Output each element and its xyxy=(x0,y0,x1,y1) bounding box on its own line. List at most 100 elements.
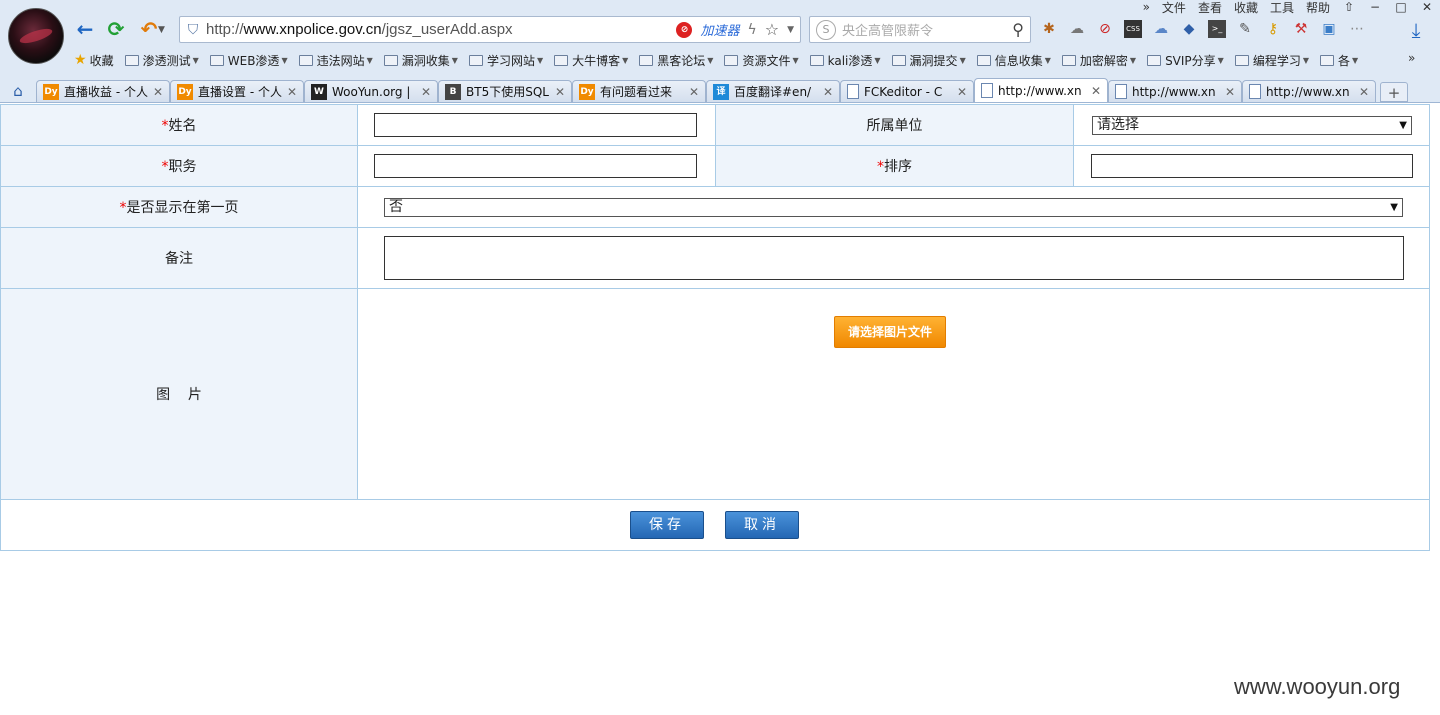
bookmark-folder[interactable]: 违法网站 ▼ xyxy=(298,52,373,69)
ghost-icon[interactable]: ☁ xyxy=(1068,20,1086,38)
choose-image-button[interactable]: 请选择图片文件 xyxy=(834,316,946,348)
css-icon[interactable]: CSS xyxy=(1124,20,1142,38)
close-icon[interactable]: ✕ xyxy=(1091,84,1101,98)
search-input[interactable]: 央企高管限薪令 xyxy=(842,20,1012,39)
show-first-select-value: 否 xyxy=(389,198,403,215)
block-icon[interactable]: ⊘ xyxy=(1096,20,1114,38)
tools-icon[interactable]: ⚒ xyxy=(1292,20,1310,38)
tab[interactable]: http://www.xn ✕ xyxy=(1242,80,1376,102)
menu-tools[interactable]: 工具 xyxy=(1264,0,1300,16)
remark-label: 备注 xyxy=(0,227,358,289)
chevron-down-icon[interactable]: ▼ xyxy=(158,25,165,35)
screenshot-icon[interactable]: ▣ xyxy=(1320,20,1338,38)
save-button[interactable]: 保存 xyxy=(630,511,704,539)
cloud-icon[interactable]: ☁ xyxy=(1152,20,1170,38)
order-input[interactable] xyxy=(1091,154,1413,178)
bookmark-folder[interactable]: 黑客论坛 ▼ xyxy=(639,52,713,69)
bookmark-folder[interactable]: SVIP分享 ▼ xyxy=(1147,52,1224,69)
bookmark-label: 违法网站 xyxy=(316,53,365,68)
close-icon[interactable]: ✕ xyxy=(957,85,967,99)
close-icon[interactable]: ✕ xyxy=(1225,85,1235,99)
pen-icon[interactable]: ✎ xyxy=(1236,20,1254,38)
bookmark-folder[interactable]: 资源文件 ▼ xyxy=(724,52,799,69)
skin-icon[interactable]: ⇧ xyxy=(1336,0,1362,14)
download-icon[interactable]: ⤓ xyxy=(1404,18,1428,42)
bookmark-folder[interactable]: 大牛博客 ▼ xyxy=(554,52,628,69)
close-icon[interactable]: ✕ xyxy=(689,85,699,99)
close-icon[interactable]: ✕ xyxy=(555,85,565,99)
bookmark-folder[interactable]: 渗透测试 ▼ xyxy=(124,52,199,69)
new-tab-button[interactable]: + xyxy=(1380,82,1408,102)
url-text[interactable]: http://www.xnpolice.gov.cn/jgsz_userAdd.… xyxy=(206,21,513,38)
bug-icon[interactable]: ✱ xyxy=(1040,20,1058,38)
tab-active[interactable]: http://www.xn ✕ xyxy=(974,78,1108,102)
tab[interactable]: http://www.xn ✕ xyxy=(1108,80,1242,102)
accelerator-label[interactable]: 加速器 xyxy=(700,20,739,39)
url-prefix: http:// xyxy=(206,21,244,38)
tab[interactable]: B BT5下使用SQL ✕ xyxy=(438,80,572,102)
search-engine-icon[interactable]: S xyxy=(816,19,836,40)
bookmark-favorites[interactable]: ★ 收藏 xyxy=(74,52,114,69)
accelerator-icon[interactable]: ⊘ xyxy=(676,21,693,38)
minimize-icon[interactable]: − xyxy=(1362,0,1388,14)
bookmark-label: kali渗透 xyxy=(827,53,873,68)
tab[interactable]: FCKeditor - C ✕ xyxy=(840,80,974,102)
terminal-icon[interactable]: >_ xyxy=(1208,20,1226,38)
home-icon[interactable]: ⌂ xyxy=(0,80,36,102)
maximize-icon[interactable]: □ xyxy=(1388,0,1414,14)
bookmark-folder[interactable]: 漏洞收集 ▼ xyxy=(383,52,458,69)
refresh-icon[interactable]: ⟳ xyxy=(105,18,127,40)
chevron-down-icon[interactable]: ▼ xyxy=(787,25,794,35)
bookmark-folder[interactable]: 编程学习 ▼ xyxy=(1234,52,1309,69)
user-avatar[interactable] xyxy=(8,8,64,64)
bookmark-folder[interactable]: 各 ▼ xyxy=(1320,52,1358,69)
menu-more[interactable]: » xyxy=(1137,0,1156,14)
bookmark-folder[interactable]: 信息收集 ▼ xyxy=(976,52,1051,69)
position-input[interactable] xyxy=(374,154,697,178)
bookmark-folder[interactable]: 漏洞提交 ▼ xyxy=(891,52,966,69)
menu-help[interactable]: 帮助 xyxy=(1300,0,1336,16)
search-box[interactable]: S 央企高管限薪令 ⚲ xyxy=(809,16,1031,43)
tab[interactable]: Dy 有问题看过来 ✕ xyxy=(572,80,706,102)
tab-favicon-icon xyxy=(847,84,859,99)
more-icon[interactable]: ⋯ xyxy=(1348,20,1366,38)
bookmark-folder[interactable]: 学习网站 ▼ xyxy=(468,52,543,69)
bookmarks-more[interactable]: » xyxy=(1408,51,1415,65)
tab[interactable]: Dy 直播收益 - 个人 ✕ xyxy=(36,80,170,102)
close-icon[interactable]: ✕ xyxy=(421,85,431,99)
cancel-button[interactable]: 取消 xyxy=(725,511,799,539)
tab[interactable]: W WooYun.org | ✕ xyxy=(304,80,438,102)
unit-select[interactable]: 请选择 ▼ xyxy=(1092,115,1412,135)
close-icon[interactable]: ✕ xyxy=(153,85,163,99)
bookmark-folder[interactable]: 加密解密 ▼ xyxy=(1061,52,1136,69)
bookmark-folder[interactable]: kali渗透 ▼ xyxy=(809,52,881,69)
folder-icon xyxy=(1320,54,1334,66)
lightning-icon[interactable]: ϟ xyxy=(747,22,756,38)
bookmark-folder[interactable]: WEB渗透 ▼ xyxy=(209,52,288,69)
close-icon[interactable]: ✕ xyxy=(1359,85,1369,99)
flame-icon[interactable]: ◆ xyxy=(1180,20,1198,38)
close-icon[interactable]: ✕ xyxy=(823,85,833,99)
remark-textarea[interactable] xyxy=(384,236,1404,280)
tab-title: 有问题看过来 xyxy=(600,85,673,99)
key-icon[interactable]: ⚷ xyxy=(1264,20,1282,38)
search-icon[interactable]: ⚲ xyxy=(1012,20,1024,39)
menu-file[interactable]: 文件 xyxy=(1156,0,1192,16)
menu-view[interactable]: 查看 xyxy=(1192,0,1228,16)
close-icon[interactable]: ✕ xyxy=(1414,0,1440,14)
name-input[interactable] xyxy=(374,113,697,137)
tab-favicon-icon xyxy=(1115,84,1127,99)
address-bar[interactable]: ⛉ http://www.xnpolice.gov.cn/jgsz_userAd… xyxy=(179,16,801,43)
chevron-down-icon: ▼ xyxy=(1044,55,1051,65)
bookmarks-bar: ★ 收藏 渗透测试 ▼ WEB渗透 ▼ 违法网站 ▼ 漏洞收集 ▼ 学习网站 ▼ 大牛博客… xyxy=(74,51,1369,69)
undo-icon[interactable]: ↶ xyxy=(138,18,160,40)
back-arrow-icon[interactable]: ← xyxy=(74,18,96,40)
show-first-select[interactable]: 否 ▼ xyxy=(384,197,1403,217)
menu-favorites[interactable]: 收藏 xyxy=(1228,0,1264,16)
form-row: *姓名 所属单位 请选择 ▼ xyxy=(0,104,1430,146)
star-icon[interactable]: ☆ xyxy=(765,20,779,39)
close-icon[interactable]: ✕ xyxy=(287,85,297,99)
tab[interactable]: 译百度翻译#en/ ✕ xyxy=(706,80,840,102)
tab[interactable]: Dy 直播设置 - 个人 ✕ xyxy=(170,80,304,102)
folder-icon xyxy=(209,54,224,66)
